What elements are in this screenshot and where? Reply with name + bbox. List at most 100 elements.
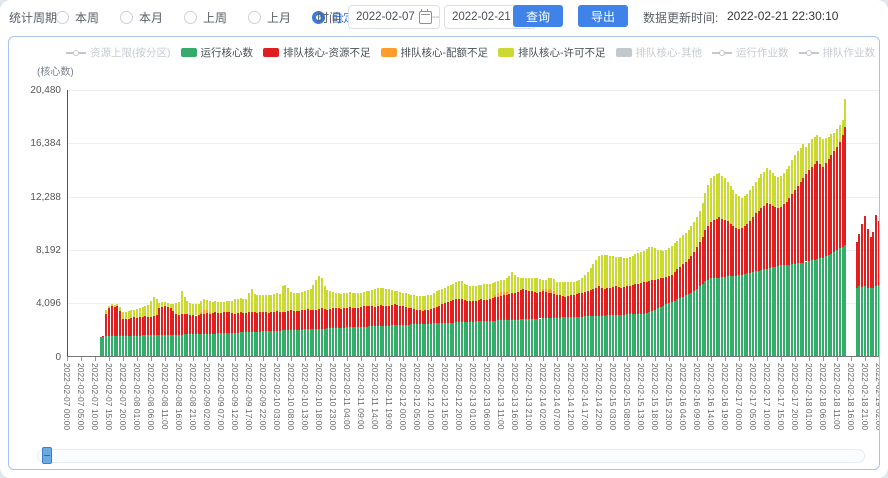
x-axis-tick-label: 2022-02-16 04:00	[678, 363, 688, 430]
x-axis-tick	[879, 357, 880, 361]
x-axis-tick-label: 2022-02-16 09:00	[692, 363, 702, 430]
x-axis-tick	[613, 357, 614, 361]
x-axis-tick-label: 2022-02-18 16:00	[846, 363, 856, 430]
x-axis-tick-label: 2022-02-08 21:00	[188, 363, 198, 430]
x-axis-tick-label: 2022-02-14 22:00	[594, 363, 604, 430]
period-radio-1[interactable]: 本月	[120, 9, 163, 26]
x-axis-tick	[389, 357, 390, 361]
x-axis-tick-label: 2022-02-17 20:00	[790, 363, 800, 430]
period-radio-2[interactable]: 上周	[184, 9, 227, 26]
horizontal-scrollbar-track[interactable]	[37, 449, 865, 463]
x-axis-tick-label: 2022-02-12 20:00	[454, 363, 464, 430]
x-axis-tick-label: 2022-02-15 13:00	[636, 363, 646, 430]
x-axis-tick	[193, 357, 194, 361]
x-axis-tick	[473, 357, 474, 361]
x-axis-tick	[515, 357, 516, 361]
radio-icon[interactable]	[56, 11, 69, 24]
x-axis-tick	[571, 357, 572, 361]
x-axis-tick	[851, 357, 852, 361]
period-radio-0[interactable]: 本周	[56, 9, 99, 26]
x-axis-tick	[585, 357, 586, 361]
x-axis-tick-label: 2022-02-18 06:00	[818, 363, 828, 430]
horizontal-scrollbar-handle[interactable]	[42, 447, 52, 464]
x-axis-tick-label: 2022-02-12 10:00	[426, 363, 436, 430]
time-label: 时间:	[317, 9, 344, 26]
x-axis-tick	[95, 357, 96, 361]
x-axis-tick-label: 2022-02-08 16:00	[174, 363, 184, 430]
x-axis-tick-label: 2022-02-11 19:00	[384, 363, 394, 429]
period-radio-label: 本月	[139, 9, 163, 26]
update-time-label: 数据更新时间:	[643, 9, 718, 26]
x-axis-tick	[501, 357, 502, 361]
x-axis-tick-label: 2022-02-13 11:00	[496, 363, 506, 429]
x-axis-tick	[81, 357, 82, 361]
bar-segment-queue_license	[844, 99, 846, 128]
x-axis-tick	[809, 357, 810, 361]
x-axis-tick	[109, 357, 110, 361]
update-time-value: 2022-02-21 22:30:10	[727, 9, 838, 23]
x-axis-tick	[543, 357, 544, 361]
x-axis-tick	[361, 357, 362, 361]
radio-icon[interactable]	[184, 11, 197, 24]
x-axis-tick	[207, 357, 208, 361]
x-axis-tick-label: 2022-02-09 02:00	[202, 363, 212, 430]
x-axis-tick	[221, 357, 222, 361]
x-axis-tick	[795, 357, 796, 361]
x-axis-tick-label: 2022-02-17 00:00	[734, 363, 744, 430]
x-axis-tick-label: 2022-02-15 08:00	[622, 363, 632, 430]
x-axis-tick-label: 2022-02-14 12:00	[566, 363, 576, 430]
x-axis-tick	[403, 357, 404, 361]
period-radio-3[interactable]: 上月	[248, 9, 291, 26]
x-axis-tick-label: 2022-02-11 04:00	[342, 363, 352, 429]
x-axis-tick	[67, 357, 68, 361]
x-axis-tick-label: 2022-02-18 01:00	[804, 363, 814, 430]
x-axis-tick-label: 2022-02-18 21:00	[860, 363, 870, 430]
export-button[interactable]: 导出	[578, 5, 628, 27]
x-axis-tick	[627, 357, 628, 361]
x-axis-tick	[599, 357, 600, 361]
x-axis-tick-label: 2022-02-09 12:00	[230, 363, 240, 430]
x-axis-tick-label: 2022-02-08 11:00	[160, 363, 170, 429]
period-radio-label: 上月	[267, 9, 291, 26]
date-from-input[interactable]: 2022-02-07	[348, 5, 440, 29]
x-axis-tick-label: 2022-02-09 17:00	[244, 363, 254, 430]
x-axis-tick	[445, 357, 446, 361]
x-axis-tick	[263, 357, 264, 361]
x-axis-tick-label: 2022-02-13 21:00	[524, 363, 534, 430]
x-axis-tick-label: 2022-02-17 05:00	[748, 363, 758, 430]
x-axis-tick	[431, 357, 432, 361]
query-button[interactable]: 查询	[513, 5, 563, 27]
radio-icon[interactable]	[120, 11, 133, 24]
x-axis-tick	[697, 357, 698, 361]
x-axis-tick	[641, 357, 642, 361]
x-axis-tick-label: 2022-02-11 09:00	[356, 363, 366, 429]
x-axis-tick-label: 2022-02-15 23:00	[664, 363, 674, 430]
x-axis-tick-label: 2022-02-07 15:00	[104, 363, 114, 430]
x-axis-tick-label: 2022-02-07 10:00	[90, 363, 100, 430]
x-axis-tick	[319, 357, 320, 361]
x-axis-tick-label: 2022-02-12 00:00	[398, 363, 408, 430]
period-label: 统计周期:	[9, 9, 60, 26]
x-axis-tick	[655, 357, 656, 361]
x-axis-tick	[417, 357, 418, 361]
y-axis-tick-label: 16,384	[9, 138, 61, 149]
x-axis-tick	[375, 357, 376, 361]
x-axis-tick	[305, 357, 306, 361]
x-axis-tick	[669, 357, 670, 361]
x-axis-tick	[277, 357, 278, 361]
x-axis-tick-label: 2022-02-12 15:00	[440, 363, 450, 430]
x-axis-tick-label: 2022-02-13 06:00	[482, 363, 492, 430]
x-axis-tick	[151, 357, 152, 361]
x-axis-tick-label: 2022-02-16 19:00	[720, 363, 730, 430]
period-radio-label: 本周	[75, 9, 99, 26]
calendar-icon[interactable]	[419, 11, 432, 24]
y-axis-tick-label: 12,288	[9, 192, 61, 203]
x-axis-tick-label: 2022-02-12 05:00	[412, 363, 422, 430]
x-axis-tick	[739, 357, 740, 361]
radio-icon[interactable]	[248, 11, 261, 24]
chart-panel: 资源上限(按分区)运行核心数排队核心-资源不足排队核心-配额不足排队核心-许可不…	[8, 36, 880, 470]
x-axis-tick	[767, 357, 768, 361]
toolbar: 统计周期: 本周本月上周上月自定义 时间: 2022-02-07 -- 2022…	[0, 0, 888, 34]
x-axis-tick-label: 2022-02-18 11:00	[832, 363, 842, 429]
x-axis-tick-label: 2022-02-17 10:00	[762, 363, 772, 430]
